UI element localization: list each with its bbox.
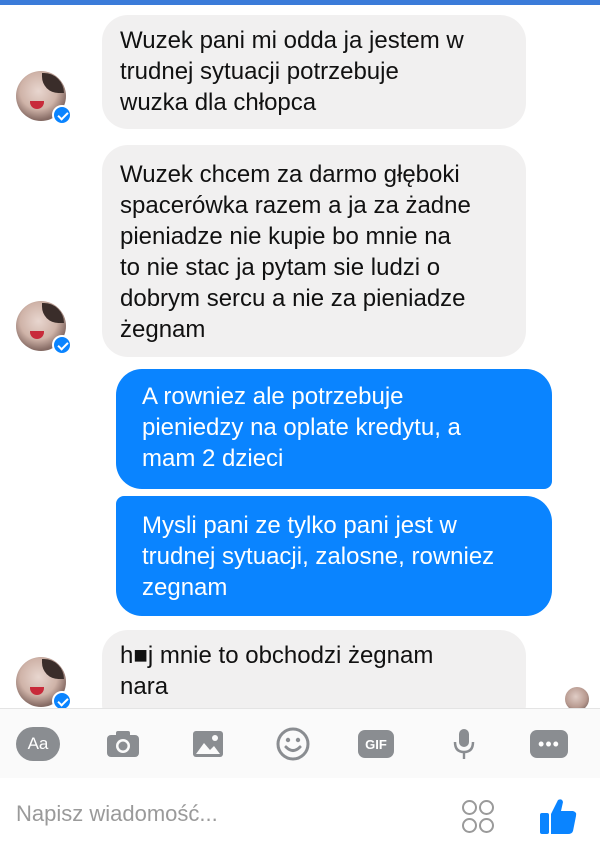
emoji-button[interactable]	[276, 727, 310, 761]
gif-icon: GIF	[365, 736, 387, 752]
contact-avatar[interactable]	[16, 71, 72, 125]
message-incoming[interactable]: Wuzek chcem za darmo głęboki spacerówka …	[102, 145, 526, 357]
like-button[interactable]	[538, 796, 578, 836]
gif-button[interactable]: GIF	[358, 730, 394, 758]
voice-button[interactable]	[452, 729, 476, 759]
messenger-badge-icon	[52, 105, 72, 125]
camera-icon	[107, 731, 139, 757]
microphone-icon	[453, 729, 475, 759]
contact-avatar[interactable]	[16, 301, 72, 355]
gallery-icon	[193, 731, 223, 757]
stickers-button[interactable]	[462, 798, 496, 838]
sticker-face-icon	[479, 818, 494, 833]
composer-toolbar: Aa GIF •••	[0, 708, 600, 778]
text-format-button[interactable]: Aa	[16, 727, 60, 761]
camera-button[interactable]	[106, 729, 140, 759]
more-icon: •••	[538, 734, 560, 754]
messenger-badge-icon	[52, 335, 72, 355]
contact-avatar[interactable]	[16, 657, 72, 708]
seen-receipt-avatar	[565, 687, 589, 708]
message-incoming[interactable]: Wuzek pani mi odda ja jestem w trudnej s…	[102, 15, 526, 129]
message-outgoing[interactable]: A rowniez ale potrzebuje pieniedzy na op…	[116, 369, 552, 489]
composer-bar	[0, 778, 600, 851]
text-format-icon: Aa	[27, 734, 49, 753]
sticker-face-icon	[462, 818, 477, 833]
thumbs-up-icon	[540, 799, 577, 834]
message-thread[interactable]: Wuzek pani mi odda ja jestem w trudnej s…	[0, 5, 600, 708]
message-incoming[interactable]: h■j mnie to obchodzi żegnam nara	[102, 630, 526, 708]
message-outgoing[interactable]: Mysli pani ze tylko pani jest w trudnej …	[116, 496, 552, 616]
messenger-badge-icon	[52, 691, 72, 708]
emoji-icon	[276, 727, 310, 761]
message-input[interactable]	[16, 796, 436, 832]
sticker-face-icon	[462, 800, 477, 815]
gallery-button[interactable]	[192, 729, 224, 759]
sticker-face-icon	[479, 800, 494, 815]
more-button[interactable]: •••	[530, 730, 568, 758]
